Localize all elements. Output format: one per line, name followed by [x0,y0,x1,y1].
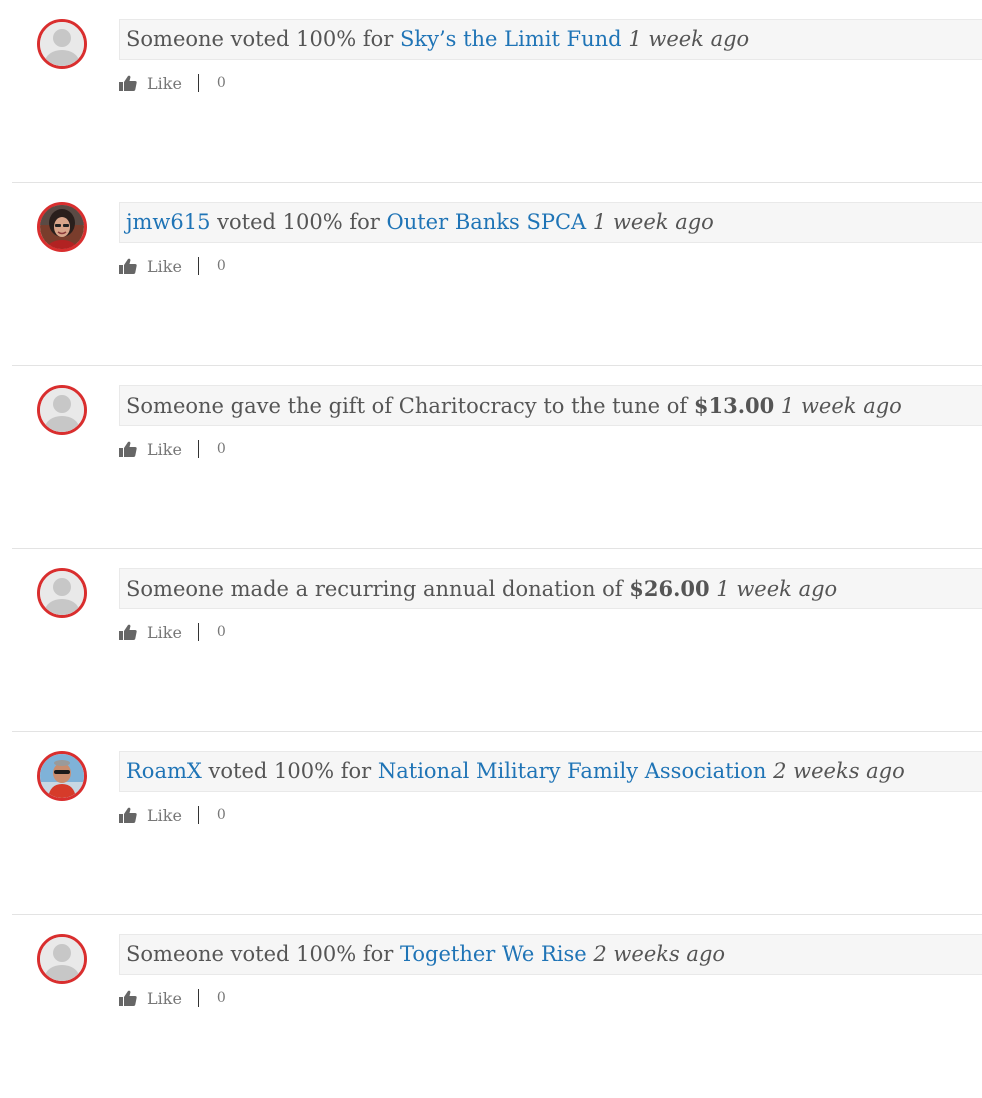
user-photo [40,205,84,249]
timestamp: 1 week ago [628,27,750,51]
like-count: 0 [216,807,226,823]
like-label: Like [147,439,182,459]
like-label: Like [147,988,182,1008]
charity-link[interactable]: National Military Family Association [378,759,767,783]
like-count: 0 [216,990,226,1006]
activity-description: Someone made a recurring annual donation… [126,577,630,601]
timestamp: 2 weeks ago [593,942,726,966]
like-label: Like [147,256,182,276]
activity-verb: voted 100% for [223,27,400,51]
actor-name: Someone [126,942,224,966]
activity-meta: Like 0 [119,621,226,643]
activity-verb: voted 100% for [201,759,378,783]
activity-text: Someone voted 100% for Sky’s the Limit F… [119,19,982,60]
activity-item: RoamX voted 100% for National Military F… [0,732,982,915]
separator [197,440,199,458]
default-user-icon [40,571,84,615]
like-count: 0 [216,441,226,457]
separator [197,257,199,275]
like-count: 0 [216,75,226,91]
activity-item: Someone voted 100% for Together We Rise … [0,915,982,1098]
activity-text: Someone gave the gift of Charitocracy to… [119,385,982,426]
thumbs-up-icon [119,990,137,1006]
activity-item: Someone voted 100% for Sky’s the Limit F… [0,0,982,183]
avatar[interactable] [37,568,87,618]
charity-link[interactable]: Outer Banks SPCA [387,210,587,234]
separator [197,989,199,1007]
avatar[interactable] [37,934,87,984]
user-photo [40,754,84,798]
thumbs-up-icon [119,807,137,823]
like-button[interactable]: Like [119,257,182,276]
thumbs-up-icon [119,441,137,457]
like-button[interactable]: Like [119,623,182,642]
charity-link[interactable]: Sky’s the Limit Fund [400,27,622,51]
separator [197,806,199,824]
activity-item: Someone made a recurring annual donation… [0,549,982,732]
like-button[interactable]: Like [119,806,182,825]
thumbs-up-icon [119,624,137,640]
donation-amount: $26.00 [629,576,710,601]
like-count: 0 [216,258,226,274]
activity-text: jmw615 voted 100% for Outer Banks SPCA 1… [119,202,982,243]
like-button[interactable]: Like [119,440,182,459]
activity-description: Someone gave the gift of Charitocracy to… [126,394,694,418]
actor-name: Someone [126,27,224,51]
avatar[interactable] [37,751,87,801]
donation-amount: $13.00 [693,393,775,418]
default-user-icon [40,22,84,66]
activity-meta: Like 0 [119,255,226,277]
activity-verb: voted 100% for [210,210,387,234]
activity-meta: Like 0 [119,438,226,460]
like-button[interactable]: Like [119,989,182,1008]
thumbs-up-icon [119,258,137,274]
timestamp: 1 week ago [780,394,902,418]
like-label: Like [147,622,182,642]
actor-link[interactable]: jmw615 [126,210,210,234]
activity-item: Someone gave the gift of Charitocracy to… [0,366,982,549]
separator [197,74,199,92]
like-count: 0 [216,624,226,640]
timestamp: 2 weeks ago [773,759,905,783]
avatar[interactable] [37,19,87,69]
avatar[interactable] [37,202,87,252]
activity-meta: Like 0 [119,72,226,94]
activity-feed: Someone voted 100% for Sky’s the Limit F… [0,0,982,1098]
timestamp: 1 week ago [716,577,838,601]
default-user-icon [40,937,84,981]
like-label: Like [147,73,182,93]
activity-text: Someone voted 100% for Together We Rise … [119,934,982,975]
actor-link[interactable]: RoamX [126,759,202,783]
activity-meta: Like 0 [119,804,226,826]
thumbs-up-icon [119,75,137,91]
activity-text: Someone made a recurring annual donation… [119,568,982,609]
avatar[interactable] [37,385,87,435]
timestamp: 1 week ago [592,210,714,234]
separator [197,623,199,641]
activity-text: RoamX voted 100% for National Military F… [119,751,982,792]
like-button[interactable]: Like [119,74,182,93]
charity-link[interactable]: Together We Rise [400,942,587,966]
default-user-icon [40,388,84,432]
activity-verb: voted 100% for [223,942,400,966]
activity-item: jmw615 voted 100% for Outer Banks SPCA 1… [0,183,982,366]
like-label: Like [147,805,182,825]
activity-meta: Like 0 [119,987,226,1009]
